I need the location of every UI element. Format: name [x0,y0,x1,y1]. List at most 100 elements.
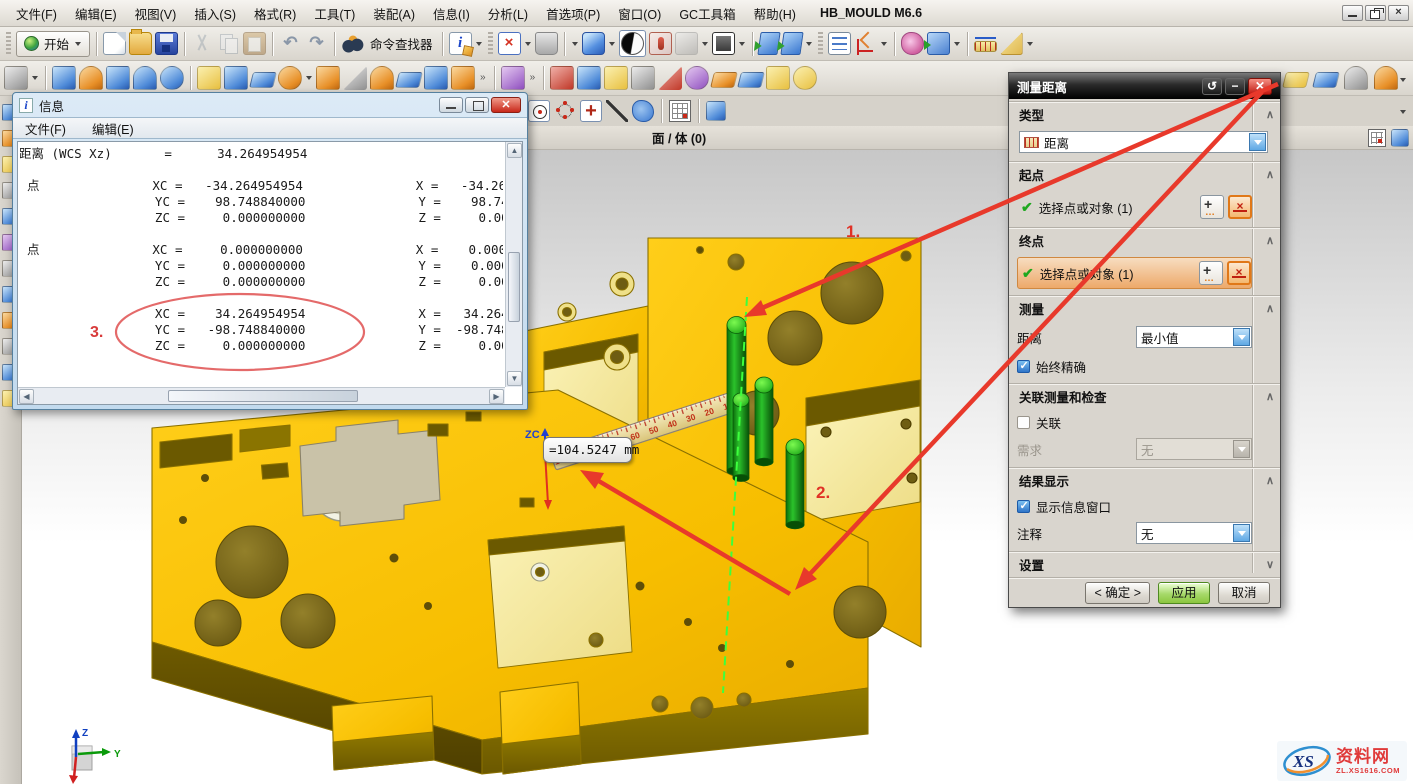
annotation-combo[interactable]: 无 [1136,522,1252,544]
revolve-icon[interactable] [133,66,157,90]
command-finder-label[interactable]: 命令查找器 [370,34,433,53]
chevron-down-icon[interactable] [702,42,708,46]
redo-icon[interactable]: ↷ [305,32,328,55]
group-type[interactable]: 类型 ∧ [1009,101,1280,127]
collapse-chevron-icon[interactable]: ∧ [1266,474,1274,487]
view-window-icon[interactable] [757,32,780,55]
sketch-icon[interactable] [4,66,28,90]
rings-check-icon[interactable] [793,66,817,90]
sphere-icon[interactable] [160,66,184,90]
group-results[interactable]: 结果显示 ∧ [1009,467,1280,493]
new-file-icon[interactable] [103,32,126,55]
work-view-icon[interactable] [1391,129,1409,147]
chevron-down-icon[interactable] [572,42,578,46]
info-restore-button[interactable] [465,97,489,113]
collapse-chevron-icon[interactable]: ∧ [1266,168,1274,181]
dialog-titlebar[interactable]: 测量距离 ↺ − ✕ [1009,73,1280,99]
info-close-button[interactable]: ✕ [491,97,521,113]
group-measure[interactable]: 测量 ∧ [1009,295,1280,321]
close-button[interactable]: × [1388,5,1409,21]
overflow-chevron[interactable]: » [480,73,486,83]
collapse-chevron-icon[interactable]: ∧ [1266,108,1274,121]
snap-intersection-icon[interactable]: + [580,100,602,122]
menu-assemblies[interactable]: 装配(A) [365,1,423,26]
scroll-thumb[interactable] [508,252,520,322]
collapse-chevron-icon[interactable]: ∧ [1266,302,1274,315]
horizontal-scrollbar[interactable]: ◀ ▶ [18,387,505,404]
grid-toggle-icon[interactable] [1368,129,1386,147]
work-layer-icon[interactable] [706,101,726,121]
studio-surface-icon[interactable] [685,66,709,90]
chevron-down-icon[interactable] [1027,42,1033,46]
split-body-icon[interactable] [451,66,475,90]
draft-icon[interactable] [316,66,340,90]
associative-row[interactable]: 关联 [1017,413,1252,431]
dialog-close-icon[interactable]: ✕ [1248,78,1272,95]
chevron-down-icon[interactable] [525,42,531,46]
chevron-down-icon[interactable] [954,42,960,46]
datum-plane-icon[interactable] [52,66,76,90]
group-associative[interactable]: 关联测量和检查 ∧ [1009,383,1280,409]
combo-arrow-icon[interactable] [1233,328,1250,346]
exact-checkbox[interactable] [1017,360,1030,373]
edge-blend-icon[interactable] [370,66,394,90]
csys-icon[interactable] [854,32,877,55]
overflow-chevron[interactable]: » [530,73,536,83]
chevron-down-icon[interactable] [881,42,887,46]
menu-analysis[interactable]: 分析(L) [480,1,536,26]
offset-region-icon[interactable] [278,66,302,90]
chevron-down-icon[interactable] [806,42,812,46]
styled-sweep-icon[interactable] [1312,72,1340,88]
menu-window[interactable]: 窗口(O) [610,1,669,26]
menu-insert[interactable]: 插入(S) [186,1,244,26]
pattern-icon[interactable] [224,66,248,90]
group-start-point[interactable]: 起点 ∧ [1009,161,1280,187]
associative-checkbox[interactable] [1017,416,1030,429]
show-info-row[interactable]: 显示信息窗口 [1017,497,1252,515]
point-dialog-icon[interactable]: +… [1200,195,1224,219]
exact-row[interactable]: 始终精确 [1017,357,1252,375]
shaded-view-icon[interactable] [582,32,605,55]
menu-gc-toolbox[interactable]: GC工具箱 [671,1,743,26]
info-menu-file[interactable]: 文件(F) [25,119,66,138]
chevron-down-icon[interactable] [476,42,482,46]
requirement-combo[interactable]: 无 [1136,438,1252,460]
snap-point-icon[interactable] [528,100,550,122]
info-window-titlebar[interactable]: i 信息 ✕ [13,93,527,117]
start-button[interactable]: 开始 [16,31,90,57]
shell-icon[interactable] [343,66,367,90]
move-face-icon[interactable] [249,72,277,88]
trim-body-icon[interactable] [424,66,448,90]
menu-information[interactable]: 信息(I) [425,1,478,26]
bounded-plane-icon[interactable] [1344,66,1368,90]
collapse-chevron-icon[interactable]: ∧ [1266,234,1274,247]
expand-chevron-icon[interactable]: ∨ [1266,558,1274,571]
role-palette-icon[interactable] [901,32,924,55]
dialog-reset-icon[interactable]: ↺ [1202,78,1222,95]
sew-icon[interactable] [604,66,628,90]
collapse-chevron-icon[interactable]: ∧ [1266,390,1274,403]
group-settings[interactable]: 设置 ∨ [1009,551,1280,577]
scroll-up-icon[interactable]: ▲ [507,143,522,158]
menu-preferences[interactable]: 首选项(P) [538,1,608,26]
patch-icon[interactable] [577,66,601,90]
wireframe-icon[interactable] [649,32,672,55]
background-icon[interactable] [712,32,735,55]
copy-icon[interactable] [217,32,240,55]
restore-button[interactable] [1365,5,1386,21]
offset-surface-icon[interactable] [1282,72,1310,88]
static-wireframe-icon[interactable] [675,32,698,55]
extrude-icon[interactable] [79,66,103,90]
trim-sheet-icon[interactable] [737,72,765,88]
open-folder-icon[interactable] [129,32,152,55]
info-minimize-button[interactable] [439,97,463,113]
type-combo[interactable]: 距离 [1019,131,1268,153]
point-dialog-icon[interactable]: +… [1199,261,1223,285]
snap-line-icon[interactable] [606,100,628,122]
minimize-button[interactable] [1342,5,1363,21]
dialog-minimize-icon[interactable]: − [1225,78,1245,95]
undo-icon[interactable]: ↶ [279,32,302,55]
layer-check-icon[interactable] [766,66,790,90]
inferred-point-icon[interactable]: × [1228,195,1252,219]
ok-button[interactable]: < 确定 > [1085,582,1150,604]
